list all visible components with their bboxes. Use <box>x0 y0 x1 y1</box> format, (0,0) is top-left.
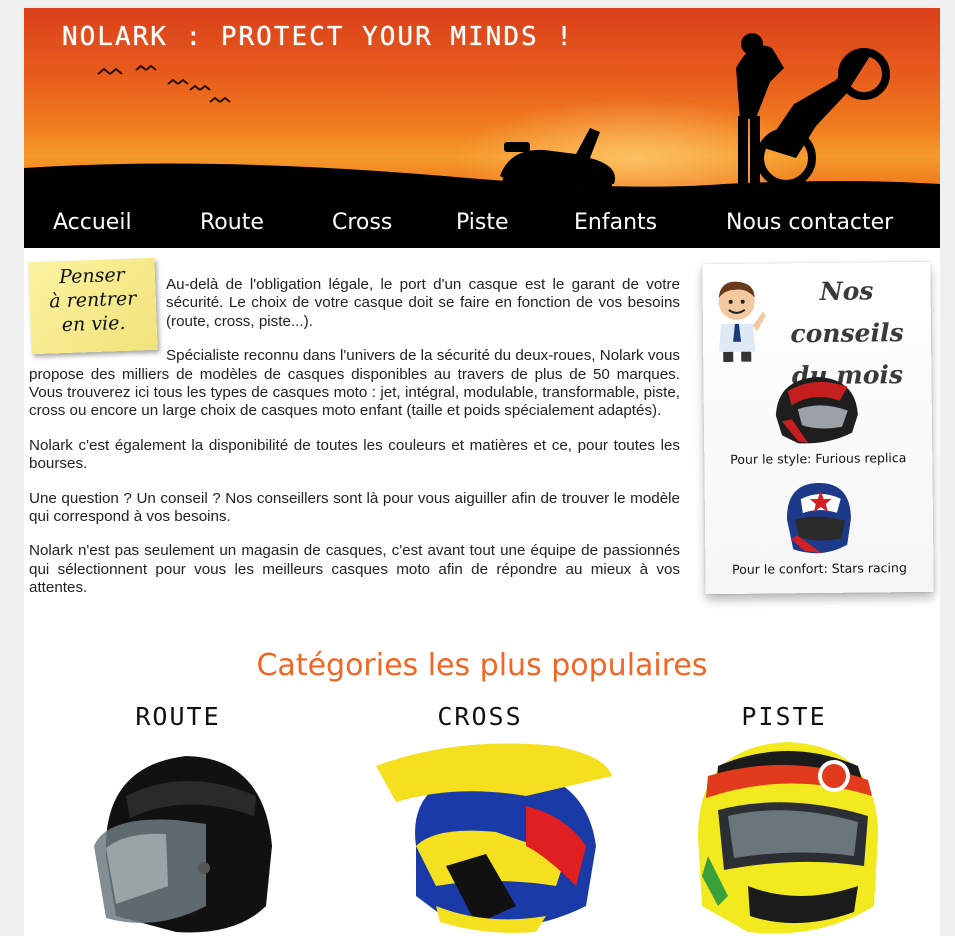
advice-title-line: Nos conseils <box>790 276 904 349</box>
nav-item-nous-contacter[interactable]: Nous contacter <box>726 210 893 235</box>
advice-caption[interactable]: Pour le style: Furious replica <box>704 450 932 467</box>
header-banner: NOLARK : PROTECT YOUR MINDS ! Accueil Ro… <box>24 8 940 248</box>
intro-paragraph: Nolark n'est pas seulement un magasin de… <box>29 542 680 597</box>
stunt-motorbike-icon <box>736 33 890 188</box>
piste-helmet-image[interactable] <box>688 736 888 936</box>
cross-helmet-image[interactable] <box>376 736 616 936</box>
category-title-piste[interactable]: PISTE <box>684 702 884 731</box>
category-title-cross[interactable]: CROSS <box>380 702 580 731</box>
birds-icon <box>97 64 231 103</box>
nav-item-enfants[interactable]: Enfants <box>574 210 657 235</box>
intro-paragraph: Une question ? Un conseil ? Nos conseill… <box>29 489 680 526</box>
advice-caption[interactable]: Pour le confort: Stars racing <box>705 560 933 577</box>
nav-item-piste[interactable]: Piste <box>456 210 509 235</box>
stars-racing-helmet-image[interactable] <box>781 479 856 560</box>
category-title-route[interactable]: ROUTE <box>78 702 278 731</box>
intro-paragraph: Nolark c'est également la disponibilité … <box>29 436 680 473</box>
popular-categories-title: Catégories les plus populaires <box>256 648 708 683</box>
page: NOLARK : PROTECT YOUR MINDS ! Accueil Ro… <box>24 8 940 936</box>
route-helmet-image[interactable] <box>86 736 286 936</box>
advice-of-the-month-card: Nos conseils du mois Pour le style: Furi… <box>702 261 934 595</box>
intro-text: Au-delà de l'obligation légale, le port … <box>29 276 680 614</box>
main-nav: Accueil Route Cross Piste Enfants Nous c… <box>24 200 940 248</box>
nav-item-route[interactable]: Route <box>200 210 264 235</box>
furious-replica-helmet-image[interactable] <box>767 371 862 450</box>
nav-item-cross[interactable]: Cross <box>332 210 392 235</box>
nav-item-accueil[interactable]: Accueil <box>53 210 132 235</box>
advisor-character-icon <box>718 281 766 362</box>
site-title: NOLARK : PROTECT YOUR MINDS ! <box>62 22 574 52</box>
